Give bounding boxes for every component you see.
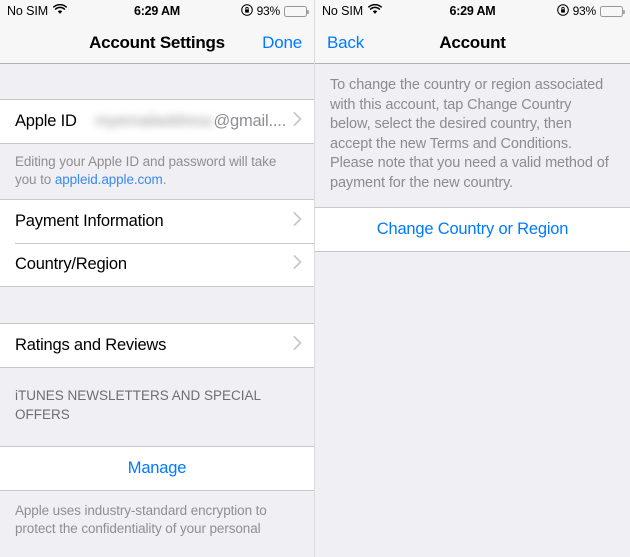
account-details-group: Payment Information Country/Region [0,199,314,287]
newsletters-section-header: iTUNES NEWSLETTERS AND SPECIAL OFFERS [0,368,314,431]
chevron-right-icon [293,336,302,355]
status-bar-right: 93% [556,3,625,19]
ratings-group: Ratings and Reviews [0,323,314,368]
status-bar-left: No SIM [7,3,68,18]
row-payment-information[interactable]: Payment Information [0,200,314,243]
row-label-payment-information: Payment Information [15,212,164,230]
chevron-right-icon [293,255,302,274]
row-country-region[interactable]: Country/Region [0,243,314,286]
done-button[interactable]: Done [262,33,302,53]
apple-id-footnote: Editing your Apple ID and password will … [0,144,314,199]
apple-id-group: Apple ID myemailaddress @gmail.... [0,99,314,144]
carrier-label: No SIM [7,4,49,18]
row-label-ratings-and-reviews: Ratings and Reviews [15,336,167,354]
row-label-apple-id: Apple ID [15,112,77,130]
status-bar: No SIM 6:29 AM 93% [315,0,630,22]
settings-content: Apple ID myemailaddress @gmail.... Editin… [0,64,314,557]
back-button[interactable]: Back [327,33,364,53]
apple-id-visible-value: @gmail.... [213,112,286,130]
appleid-link[interactable]: appleid.apple.com [55,172,163,187]
top-spacer [0,64,314,99]
apple-id-redacted-value: myemailaddress [95,112,213,130]
account-content: To change the country or region associat… [315,64,630,557]
battery-icon [284,5,309,17]
rotation-lock-icon [556,3,569,19]
manage-group: Manage [0,446,314,491]
row-apple-id[interactable]: Apple ID myemailaddress @gmail.... [0,100,314,143]
carrier-label: No SIM [322,4,364,18]
section-spacer-2 [0,431,314,446]
row-ratings-and-reviews[interactable]: Ratings and Reviews [0,324,314,367]
status-bar-left: No SIM [322,3,383,18]
wifi-icon [53,3,68,18]
change-country-group: Change Country or Region [315,207,630,252]
row-label-country-region: Country/Region [15,255,127,273]
privacy-footnote: Apple uses industry-standard encryption … [0,491,314,538]
manage-button[interactable]: Manage [0,447,314,490]
rotation-lock-icon [240,3,253,19]
status-bar-right: 93% [240,3,309,19]
battery-percent-label: 93% [256,4,281,18]
wifi-icon [368,3,383,18]
change-country-or-region-button[interactable]: Change Country or Region [315,208,630,251]
change-country-description: To change the country or region associat… [315,64,630,207]
dual-screenshot-container: No SIM 6:29 AM 93% Account Settings Done… [0,0,630,557]
footnote-text-after: . [162,171,167,187]
navigation-bar: Account Settings Done [0,22,314,64]
apple-id-value: myemailaddress @gmail.... [95,112,286,131]
account-settings-screen: No SIM 6:29 AM 93% Account Settings Done… [0,0,315,557]
status-bar: No SIM 6:29 AM 93% [0,0,314,22]
chevron-right-icon [293,212,302,231]
battery-percent-label: 93% [572,4,597,18]
navigation-bar: Back Account [315,22,630,64]
account-screen: No SIM 6:29 AM 93% Back Account To chang… [315,0,630,557]
chevron-right-icon [293,112,302,131]
section-spacer-1 [0,287,314,323]
battery-icon [600,5,625,17]
